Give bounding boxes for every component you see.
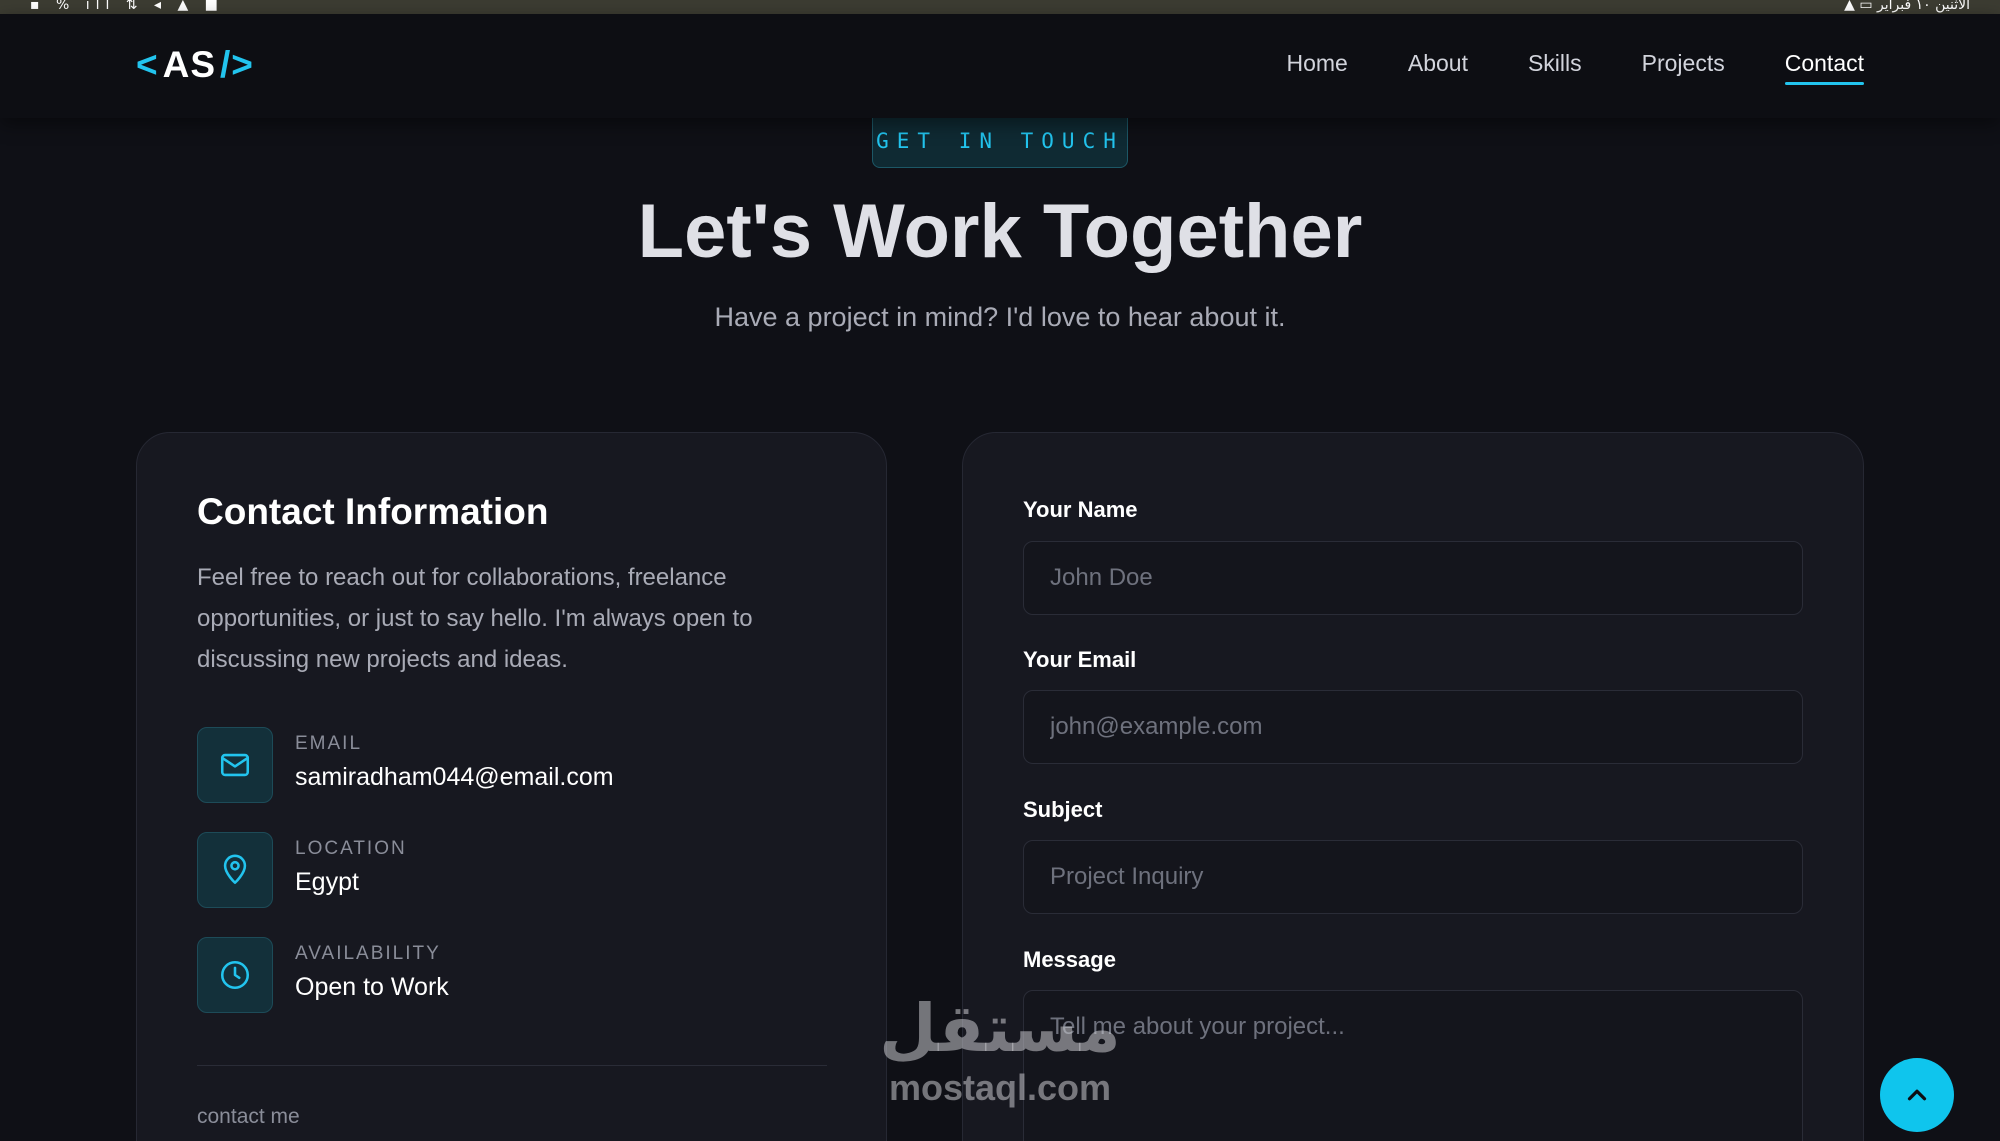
contact-info-card: Contact Information Feel free to reach o… xyxy=(136,432,887,1141)
name-input[interactable] xyxy=(1023,541,1803,615)
subject-label: Subject xyxy=(1023,797,1103,822)
subject-input[interactable] xyxy=(1023,840,1803,914)
mail-icon xyxy=(197,727,273,803)
os-status-icons: ▪ % ıll ⇅ ◂ ▲ ■ xyxy=(30,0,224,13)
name-label: Your Name xyxy=(1023,497,1138,522)
contact-item-label: EMAIL xyxy=(295,733,363,754)
page-title: Let's Work Together xyxy=(637,189,1363,274)
logo-close-bracket: /> xyxy=(220,44,254,85)
contact-email-value[interactable]: samiradham044@email.com xyxy=(295,763,614,792)
email-label: Your Email xyxy=(1023,647,1137,672)
contact-info-description: Feel free to reach out for collaboration… xyxy=(197,564,753,673)
nav-link-projects[interactable]: Projects xyxy=(1642,50,1725,85)
contact-item-label: AVAILABILITY xyxy=(295,943,441,964)
contact-me-text: contact me xyxy=(197,1105,300,1128)
section-badge: GET IN TOUCH xyxy=(872,110,1128,168)
message-label: Message xyxy=(1023,947,1116,972)
contact-form-card: Your Name Your Email Subject Message xyxy=(962,432,1864,1141)
contact-item-label: LOCATION xyxy=(295,838,407,859)
contact-availability-value: Open to Work xyxy=(295,973,449,1001)
contact-location-value: Egypt xyxy=(295,868,359,896)
nav-link-home[interactable]: Home xyxy=(1287,50,1348,85)
nav-link-contact[interactable]: Contact xyxy=(1784,50,1865,85)
clock-icon xyxy=(197,937,273,1013)
site-logo[interactable]: < AS /> xyxy=(136,44,254,86)
contact-item-email: EMAIL samiradham044@email.com xyxy=(197,727,817,803)
scroll-to-top-button[interactable] xyxy=(1880,1058,1954,1132)
email-input[interactable] xyxy=(1023,690,1803,764)
nav-link-skills[interactable]: Skills xyxy=(1528,50,1582,85)
logo-initials: AS xyxy=(162,44,217,85)
message-textarea[interactable] xyxy=(1023,990,1803,1141)
os-date-clock: ▲ ▭ الاثنين ١٠ فبراير xyxy=(1844,0,1970,13)
nav-links: Home About Skills Projects Contact xyxy=(1287,50,1865,85)
info-divider xyxy=(197,1065,827,1066)
location-pin-icon xyxy=(197,832,273,908)
chevron-up-icon xyxy=(1907,1089,1927,1101)
logo-open-bracket: < xyxy=(136,44,159,85)
contact-info-title: Contact Information xyxy=(197,491,549,532)
page-subtitle: Have a project in mind? I'd love to hear… xyxy=(714,302,1286,332)
os-status-bar: ▪ % ıll ⇅ ◂ ▲ ■ ▲ ▭ الاثنين ١٠ فبراير xyxy=(0,0,2000,14)
top-navbar: < AS /> Home About Skills Projects Conta… xyxy=(0,14,2000,118)
contact-item-location: LOCATION Egypt xyxy=(197,832,817,908)
contact-item-availability: AVAILABILITY Open to Work xyxy=(197,937,817,1013)
nav-link-about[interactable]: About xyxy=(1408,50,1468,85)
